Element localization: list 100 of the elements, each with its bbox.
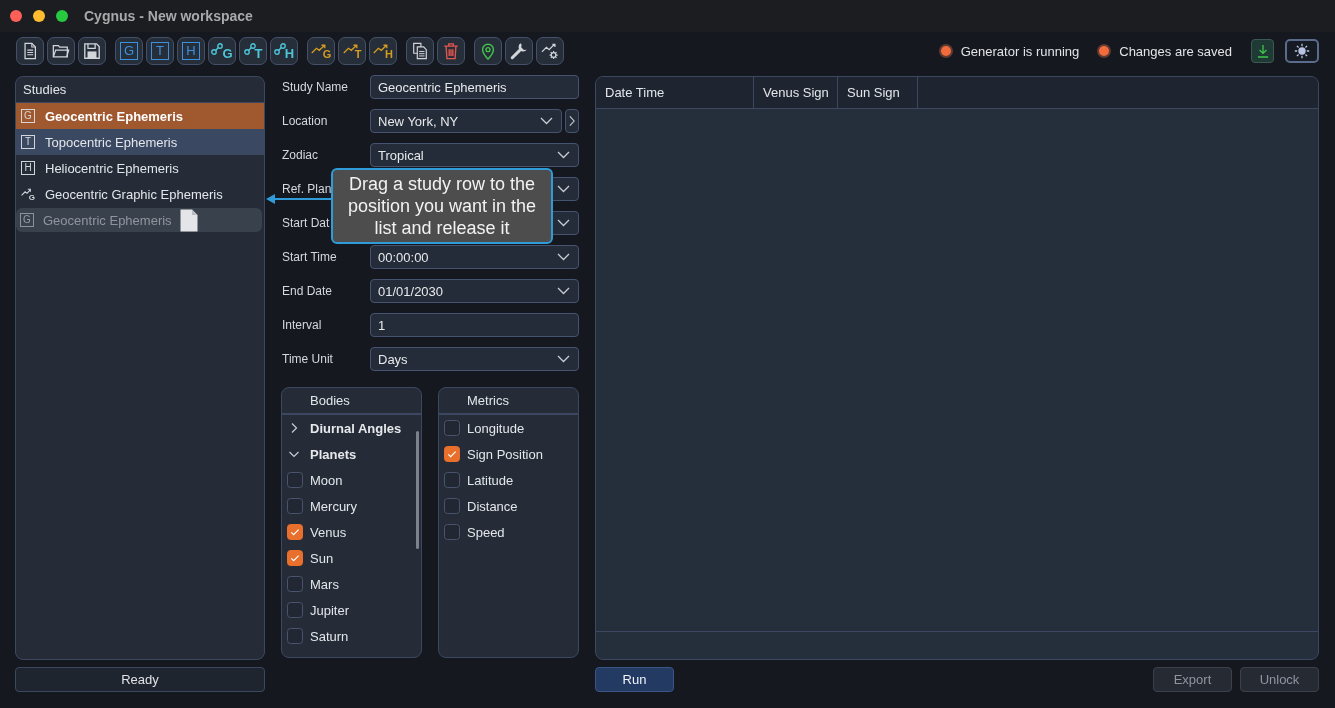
next-button[interactable] xyxy=(565,109,579,133)
field-label: Start Time xyxy=(282,250,337,264)
chevron-down-icon xyxy=(557,355,570,363)
node-graph-button[interactable]: T xyxy=(239,37,267,65)
window-title: Cygnus - New workspace xyxy=(84,8,253,24)
study-type-badge: H xyxy=(21,161,35,175)
connected-nodes-icon xyxy=(273,43,286,55)
minimize-button[interactable] xyxy=(33,10,45,22)
study-name: Geocentric Ephemeris xyxy=(43,212,172,228)
item-label: Longitude xyxy=(467,420,525,436)
checkbox[interactable] xyxy=(287,550,303,566)
study-row[interactable]: G Geocentric Graphic Ephemeris xyxy=(16,181,264,207)
checkbox[interactable] xyxy=(444,524,460,540)
download-icon xyxy=(1256,44,1269,58)
line-chart-button[interactable]: G xyxy=(307,37,335,65)
download-button[interactable] xyxy=(1251,39,1274,63)
field-label: Zodiac xyxy=(282,148,319,162)
tools-button[interactable] xyxy=(505,37,533,65)
line-chart-button[interactable]: T xyxy=(338,37,366,65)
checkbox[interactable] xyxy=(287,524,303,540)
dropdown-field[interactable]: 01/01/2030 xyxy=(370,279,579,303)
study-name: Geocentric Ephemeris xyxy=(45,108,183,124)
maximize-button[interactable] xyxy=(56,10,68,22)
status-text: Generator is running xyxy=(960,43,1080,59)
study-row[interactable]: T Topocentric Ephemeris xyxy=(16,129,264,155)
field-label: Location xyxy=(282,114,328,128)
item-label: Jupiter xyxy=(310,602,350,618)
folder-icon xyxy=(52,42,70,60)
action-button[interactable]: Run xyxy=(595,667,674,692)
text-field[interactable]: Geocentric Ephemeris xyxy=(370,75,579,99)
status-text: Changes are saved xyxy=(1119,43,1232,59)
field-label: Study Name xyxy=(282,80,349,94)
chevron-down-icon xyxy=(557,287,570,295)
column-header[interactable]: Date Time xyxy=(596,77,754,108)
map-pin-icon xyxy=(479,42,497,60)
chevron-down-icon xyxy=(557,253,570,261)
checkbox[interactable] xyxy=(444,472,460,488)
checkbox[interactable] xyxy=(444,420,460,436)
checkbox[interactable] xyxy=(287,576,303,592)
document-icon xyxy=(21,42,39,60)
connected-nodes-icon xyxy=(211,43,224,55)
boxed-letter-button[interactable]: T xyxy=(146,37,174,65)
wrench-icon xyxy=(510,42,528,60)
checkbox[interactable] xyxy=(287,602,303,618)
boxed-letter-button[interactable]: H xyxy=(177,37,205,65)
theme-button[interactable] xyxy=(1285,39,1319,63)
new-file-button[interactable] xyxy=(16,37,44,65)
item-label: Latitude xyxy=(467,472,514,488)
column-header[interactable]: Venus Sign xyxy=(754,77,838,108)
trend-line-icon xyxy=(21,186,31,196)
boxed-letter-button[interactable]: G xyxy=(115,37,143,65)
line-chart-button[interactable]: H xyxy=(369,37,397,65)
chevron-right-icon[interactable] xyxy=(289,423,299,433)
study-row[interactable]: H Heliocentric Ephemeris xyxy=(16,155,264,181)
dropdown-field[interactable]: Days xyxy=(370,347,579,371)
chevron-down-icon xyxy=(557,185,570,193)
dropdown-field[interactable]: Tropical xyxy=(370,143,579,167)
connected-nodes-icon xyxy=(243,43,256,55)
chevron-down-icon[interactable] xyxy=(289,449,299,459)
status-bar: Ready xyxy=(15,667,265,692)
dropdown-field[interactable]: 00:00:00 xyxy=(370,245,579,269)
checkbox[interactable] xyxy=(444,446,460,462)
drag-document-icon xyxy=(179,208,198,232)
dropdown-field[interactable]: New York, NY xyxy=(370,109,562,133)
checkbox[interactable] xyxy=(287,628,303,644)
study-row[interactable]: G Geocentric Ephemeris xyxy=(16,103,264,129)
panel-title: Studies xyxy=(23,82,67,97)
text-field[interactable]: 1 xyxy=(370,313,579,337)
column-header[interactable]: Sun Sign xyxy=(838,77,918,108)
delete-button[interactable] xyxy=(437,37,465,65)
chevron-right-icon xyxy=(569,115,575,127)
checkbox[interactable] xyxy=(287,472,303,488)
location-button[interactable] xyxy=(474,37,502,65)
close-button[interactable] xyxy=(10,10,22,22)
panel-title: Bodies xyxy=(310,393,350,408)
chevron-down-icon xyxy=(540,117,553,125)
copy-icon xyxy=(411,42,429,60)
copy-button[interactable] xyxy=(406,37,434,65)
chevron-down-icon xyxy=(557,151,570,159)
study-type-badge: T xyxy=(21,135,35,149)
tree-group-label: Diurnal Angles xyxy=(310,420,402,436)
item-label: Sun xyxy=(310,550,334,566)
study-name: Heliocentric Ephemeris xyxy=(45,160,179,176)
panel-title: Metrics xyxy=(467,393,509,408)
node-graph-button[interactable]: H xyxy=(270,37,298,65)
item-label: Moon xyxy=(310,472,343,488)
field-label: End Date xyxy=(282,284,333,298)
save-button[interactable] xyxy=(78,37,106,65)
study-type-badge: G xyxy=(21,109,35,123)
tooltip: Drag a study row to the position you want in the list and release it xyxy=(331,168,553,244)
scrollbar-thumb[interactable] xyxy=(416,431,419,549)
checkbox[interactable] xyxy=(287,498,303,514)
chevron-down-icon xyxy=(557,219,570,227)
open-button[interactable] xyxy=(47,37,75,65)
node-graph-button[interactable]: G xyxy=(208,37,236,65)
field-label: Time Unit xyxy=(282,352,333,366)
field-label: Start Dat xyxy=(282,216,330,230)
chart-gear-icon xyxy=(541,42,559,60)
checkbox[interactable] xyxy=(444,498,460,514)
chart-settings-button[interactable] xyxy=(536,37,564,65)
